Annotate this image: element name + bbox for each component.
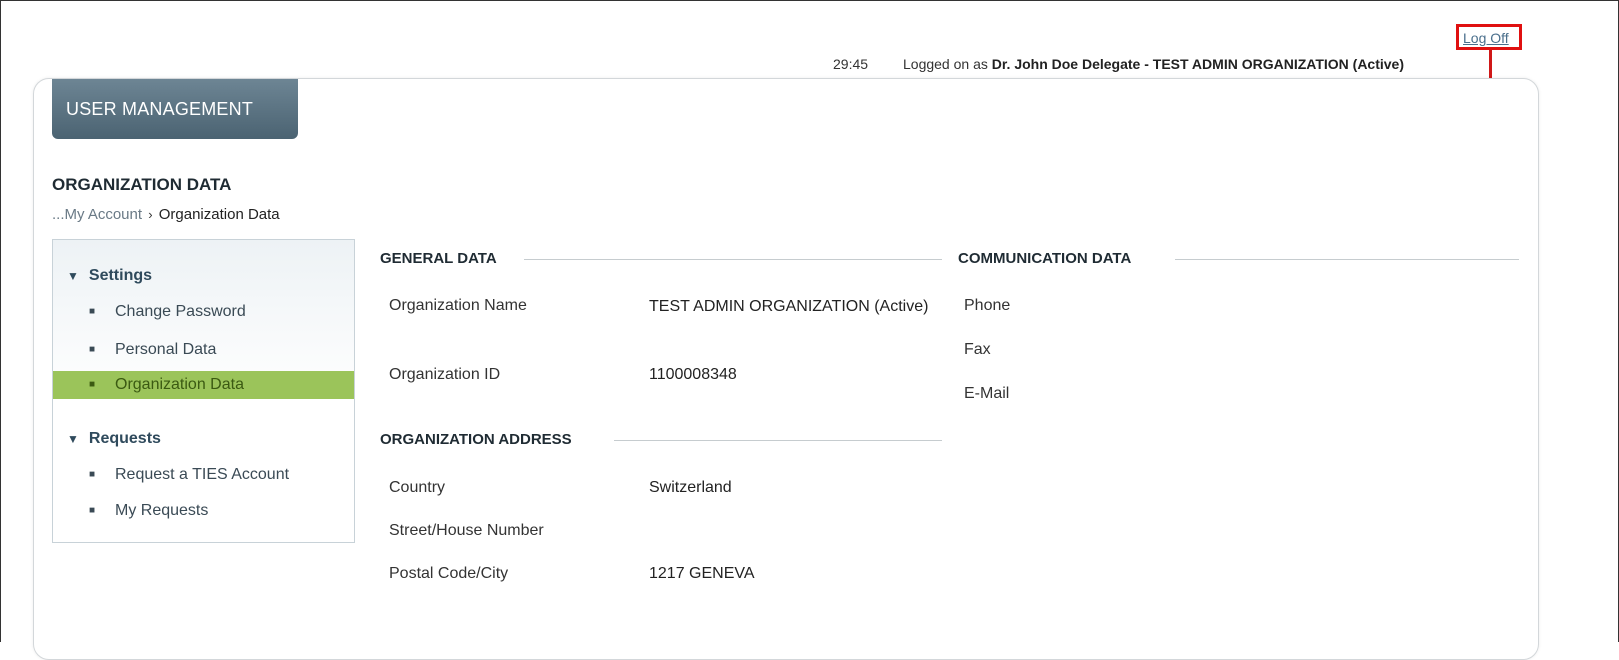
breadcrumb-separator-icon: › (148, 207, 153, 222)
field-label-organization-id: Organization ID (389, 366, 501, 383)
sidebar-item-label: My Requests (115, 502, 209, 519)
section-divider (524, 259, 942, 260)
section-divider (614, 440, 942, 441)
section-title-general-data: GENERAL DATA (380, 250, 497, 267)
field-label-postal-code-city: Postal Code/City (389, 565, 509, 582)
sidebar-item-organization-data[interactable]: ■ Organization Data (53, 371, 354, 399)
bullet-icon: ■ (89, 379, 96, 390)
field-label-fax: Fax (964, 341, 991, 358)
sidebar-item-label: Personal Data (115, 341, 217, 358)
sidebar-item-change-password[interactable]: ■ Change Password (53, 298, 354, 326)
triangle-down-icon: ▼ (67, 269, 79, 283)
breadcrumb: ...My Account › Organization Data (52, 206, 280, 223)
field-label-street: Street/House Number (389, 522, 544, 539)
sidebar-group-settings[interactable]: ▼ Settings (67, 267, 152, 285)
page-title: ORGANIZATION DATA (52, 175, 232, 194)
bullet-icon: ■ (89, 469, 96, 480)
sidebar-nav: ▼ Settings ■ Change Password ■ Personal Dat… (52, 239, 355, 543)
sidebar-item-my-requests[interactable]: ■ My Requests (53, 497, 354, 525)
user-management-tab[interactable]: USER MANAGEMENT (52, 79, 298, 139)
breadcrumb-my-account[interactable]: ...My Account (52, 206, 142, 223)
field-label-country: Country (389, 479, 446, 496)
field-label-phone: Phone (964, 297, 1011, 314)
logged-on-prefix: Logged on as (903, 56, 988, 72)
sidebar-group-label: Settings (88, 267, 153, 284)
logged-on-status: Logged on as Dr. John Doe Delegate - TES… (903, 56, 1404, 72)
bullet-icon: ■ (89, 505, 96, 516)
triangle-down-icon: ▼ (67, 432, 79, 446)
logged-on-user: Dr. John Doe Delegate - TEST ADMIN ORGAN… (991, 56, 1405, 72)
session-timer: 29:45 (833, 56, 869, 72)
field-label-email: E-Mail (964, 385, 1010, 402)
section-title-communication-data: COMMUNICATION DATA (958, 250, 1132, 267)
field-value-country: Switzerland (649, 479, 732, 496)
section-divider (1175, 259, 1519, 260)
sidebar-item-label: Change Password (115, 303, 246, 320)
bullet-icon: ■ (89, 344, 96, 355)
sidebar-group-requests[interactable]: ▼ Requests (67, 430, 161, 448)
bullet-icon: ■ (89, 306, 96, 317)
sidebar-item-personal-data[interactable]: ■ Personal Data (53, 336, 354, 364)
sidebar-item-request-ties-account[interactable]: ■ Request a TIES Account (53, 461, 354, 489)
callout-connector (1489, 50, 1492, 80)
field-value-organization-name: TEST ADMIN ORGANIZATION (Active) (649, 298, 929, 315)
breadcrumb-current: Organization Data (158, 206, 280, 223)
logoff-highlight-box (1456, 24, 1522, 50)
field-value-organization-id: 1100008348 (649, 366, 737, 383)
sidebar-item-label: Organization Data (115, 376, 244, 393)
sidebar-item-label: Request a TIES Account (115, 466, 290, 483)
field-value-postal-code-city: 1217 GENEVA (649, 565, 755, 582)
sidebar-group-label: Requests (88, 430, 161, 447)
section-title-organization-address: ORGANIZATION ADDRESS (380, 431, 572, 448)
field-label-organization-name: Organization Name (389, 297, 527, 314)
